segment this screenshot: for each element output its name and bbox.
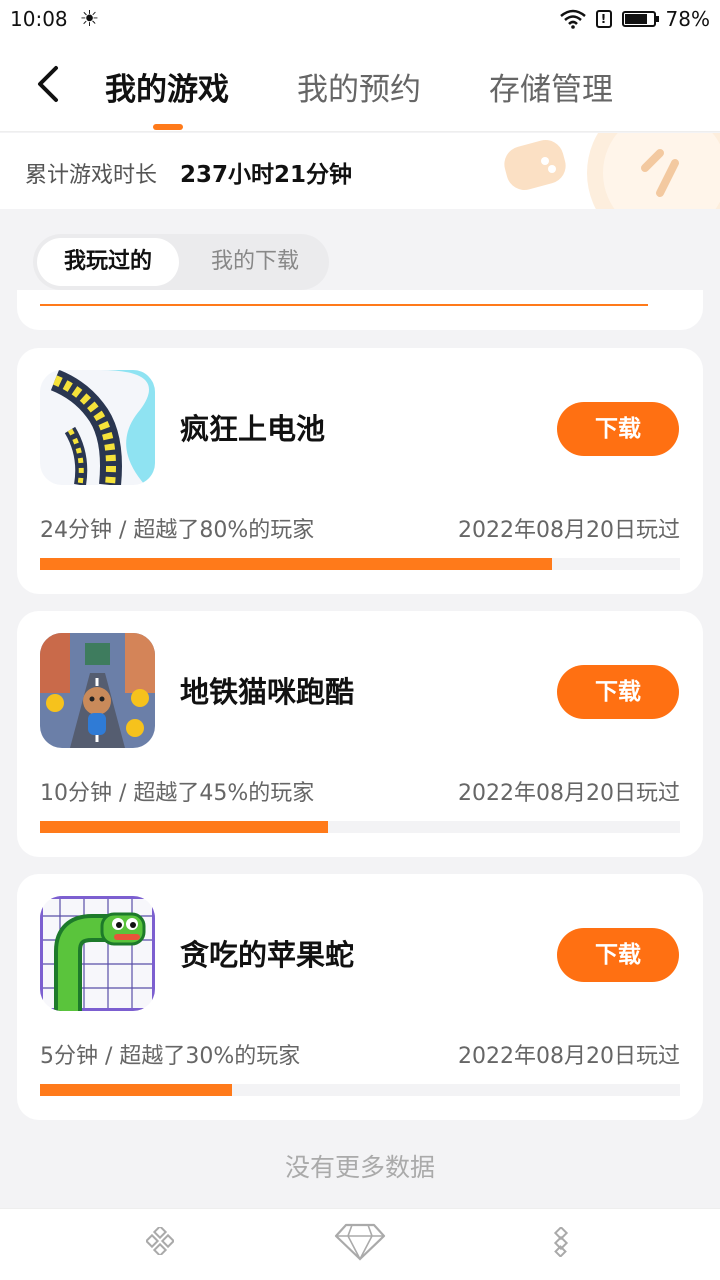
- header-nav: 我的游戏 我的预约 存储管理: [0, 38, 720, 132]
- tab-my-games[interactable]: 我的游戏: [105, 64, 229, 109]
- play-time-label: 累计游戏时长: [25, 163, 158, 188]
- progress-track: [40, 1084, 680, 1096]
- segment-played[interactable]: 我玩过的: [37, 238, 179, 286]
- last-played-date: 2022年08月20日玩过: [458, 1044, 680, 1069]
- game-card[interactable]: 疯狂上电池 下载 24分钟 / 超越了80%的玩家 2022年08月20日玩过: [17, 348, 703, 594]
- game-title: 贪吃的苹果蛇: [180, 938, 355, 972]
- download-button[interactable]: 下载: [557, 665, 679, 719]
- bottom-nav-bar: [0, 1208, 720, 1280]
- segment-downloads[interactable]: 我的下载: [185, 238, 325, 286]
- game-card[interactable]: 贪吃的苹果蛇 下载 5分钟 / 超越了30%的玩家 2022年08月20日玩过: [17, 874, 703, 1120]
- game-title: 地铁猫咪跑酷: [180, 675, 355, 709]
- partial-card: [17, 290, 703, 330]
- last-played-date: 2022年08月20日玩过: [458, 781, 680, 806]
- apps-diamond-icon[interactable]: [146, 1227, 174, 1255]
- game-stats: 10分钟 / 超越了45%的玩家: [40, 781, 315, 806]
- progress-fill: [40, 1084, 232, 1096]
- subway-cat-game-icon: [40, 633, 155, 748]
- categories-icon[interactable]: [548, 1227, 574, 1257]
- last-played-date: 2022年08月20日玩过: [458, 518, 680, 543]
- progress-fill: [40, 821, 328, 833]
- gem-icon[interactable]: [334, 1223, 386, 1261]
- wifi-icon: [559, 9, 586, 29]
- progress-track: [40, 821, 680, 833]
- status-right: ! 78%: [559, 7, 710, 31]
- game-title: 疯狂上电池: [180, 412, 326, 446]
- play-time-value: 237小时21分钟: [180, 162, 353, 188]
- history-segment-control: 我玩过的 我的下载: [33, 234, 329, 290]
- play-time-summary: 累计游戏时长 237小时21分钟: [0, 133, 720, 209]
- battery-level: 78%: [665, 7, 710, 31]
- download-button[interactable]: 下载: [557, 402, 679, 456]
- status-time: 10:08: [10, 7, 68, 31]
- partial-progress-bar: [40, 304, 648, 306]
- apple-snake-game-icon: [40, 896, 155, 1011]
- alert-icon: !: [595, 10, 612, 28]
- download-button[interactable]: 下载: [557, 928, 679, 982]
- progress-fill: [40, 558, 552, 570]
- game-stats: 5分钟 / 超越了30%的玩家: [40, 1044, 301, 1069]
- tab-storage[interactable]: 存储管理: [489, 64, 613, 109]
- gamepad-clock-decoration-icon: [504, 133, 720, 209]
- active-tab-indicator: [153, 124, 183, 130]
- game-card[interactable]: 地铁猫咪跑酷 下载 10分钟 / 超越了45%的玩家 2022年08月20日玩过: [17, 611, 703, 857]
- battery-icon: [621, 11, 659, 27]
- game-stats: 24分钟 / 超越了80%的玩家: [40, 518, 315, 543]
- progress-track: [40, 558, 680, 570]
- battery-road-game-icon: [40, 370, 155, 485]
- no-more-data-text: 没有更多数据: [284, 1153, 435, 1182]
- tab-my-reservations[interactable]: 我的预约: [297, 64, 421, 109]
- back-arrow-icon[interactable]: [30, 62, 70, 106]
- brightness-icon: ☀: [79, 6, 100, 32]
- status-bar: 10:08 ☀ ! 78%: [0, 0, 720, 38]
